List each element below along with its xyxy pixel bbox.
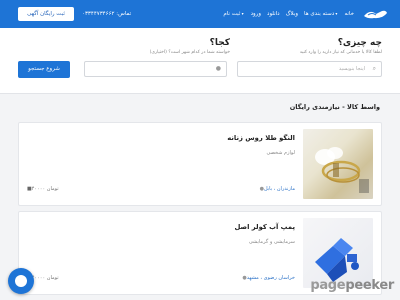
search-input[interactable]: ⌕ اینجا بنویسید (237, 61, 382, 77)
listing-card[interactable]: النگو طلا روس زنانه لوازم شخصی ●مازندران… (18, 122, 382, 206)
listing-price-text: ۴۰۰۰۰ تومان (31, 275, 59, 281)
listing-category: سرمایشی و گرمایشی (248, 239, 295, 245)
listing-category: لوازم شخصی (266, 150, 295, 156)
watermark-part-b: peeker (345, 278, 394, 293)
listing-location-text: مازندران ، بابل (264, 186, 295, 192)
nav-register-label: ثبت نام (223, 11, 241, 17)
nav-blog[interactable]: وبلاگ (286, 11, 298, 17)
nav-login[interactable]: ورود (251, 11, 261, 17)
nav-categories-label: دسته بندی ها (304, 11, 335, 17)
gold-bangle-photo[interactable] (303, 129, 373, 199)
location-input[interactable]: ● (84, 61, 227, 77)
location-pin-icon: ● (215, 65, 221, 72)
section-title: واسط کالا - نیازمندی رایگان (289, 103, 380, 111)
search-placeholder: اینجا بنویسید (338, 66, 365, 72)
chevron-down-icon: ▾ (240, 11, 244, 16)
chevron-down-icon: ▾ (334, 11, 338, 16)
chat-bubble-inner (15, 275, 27, 287)
watermark-part-a: page (310, 278, 346, 293)
listing-price-text: ۴۰۰۰۰ تومان (31, 186, 59, 192)
listing-title[interactable]: پمپ آب کولر اصل (234, 223, 295, 231)
nav-categories[interactable]: دسته بندی ها ▾ (304, 11, 338, 17)
what-subheading: لطفا کالا یا خدماتی که نیاز دارید را وار… (299, 50, 382, 55)
where-subheading: خواسته شما در کدام شهر است؟ (اختیاری) (149, 50, 230, 55)
main-nav: خانه دسته بندی ها ▾ وبلاگ دانلود ورود ثب… (223, 0, 354, 28)
contact-phone: تماس: ۰۳۳۴۴۷۳۴۶۶۲ (82, 11, 132, 17)
nav-home[interactable]: خانه (344, 11, 354, 17)
post-free-ad-button[interactable]: ثبت رایگان آگهی (18, 7, 74, 21)
where-heading: کجا؟ (209, 38, 230, 48)
nav-download[interactable]: دانلود (267, 11, 280, 17)
listing-location-text: خراسان رضوی ، مشهد (246, 275, 295, 281)
listing-location: ●مازندران ، بابل (258, 186, 295, 192)
nav-register[interactable]: ثبت نام ▾ (223, 11, 244, 17)
listing-location: ●خراسان رضوی ، مشهد (240, 275, 295, 281)
pagepeeker-watermark: pagepeeker (310, 278, 394, 293)
chat-support-icon[interactable] (8, 268, 34, 294)
start-search-button[interactable]: شروع جستجو (18, 61, 70, 78)
listing-title[interactable]: النگو طلا روس زنانه (227, 134, 295, 142)
search-panel: چه چیزی؟ لطفا کالا یا خدماتی که نیاز دار… (0, 28, 400, 94)
what-heading: چه چیزی؟ (337, 38, 382, 48)
search-icon: ⌕ (372, 65, 376, 72)
top-header: خانه دسته بندی ها ▾ وبلاگ دانلود ورود ثب… (0, 0, 400, 28)
listing-price: ■۴۰۰۰۰ تومان (25, 186, 59, 192)
handshake-logo-icon[interactable] (362, 7, 388, 21)
